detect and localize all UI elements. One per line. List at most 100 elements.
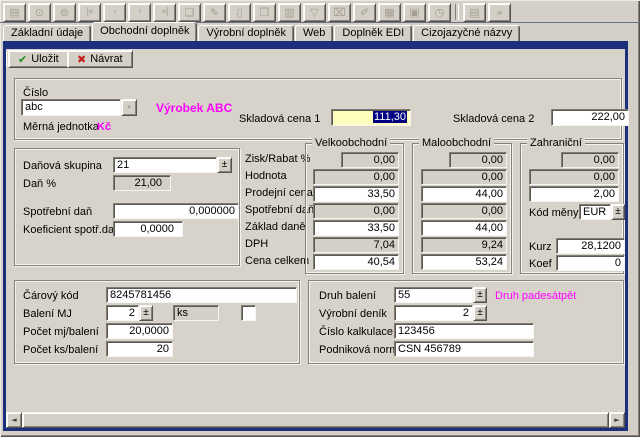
qty-mj-field[interactable]: 20,0000	[106, 323, 173, 339]
calculation-number-label: Číslo kalkulace	[319, 325, 393, 339]
wholesale-cena-celkem-field[interactable]: 40,54	[313, 254, 399, 270]
barcode-field[interactable]: 8245781456	[106, 287, 297, 303]
app-window: ▤ ⊙ ⊜ |« ‹ › »| ❏ ✎ ▯ ❐ ▥ ▽ ⌧ ✐ ▦ ▣ ◷ ▤ …	[0, 0, 640, 437]
edit-record-button[interactable]: ✎	[203, 3, 226, 22]
print-button[interactable]: ▤	[463, 3, 486, 22]
left-arrow-icon: ◄	[11, 416, 16, 424]
excise-coef-field[interactable]: 0,0000	[113, 221, 183, 237]
spin-icon: ±	[615, 207, 621, 217]
browse-button[interactable]: ⊜	[53, 3, 76, 22]
production-diary-spin-button[interactable]: ±	[473, 305, 487, 321]
note-button[interactable]: ✐	[353, 3, 376, 22]
price-row-label-prodejni-cena: Prodejní cena	[245, 186, 313, 200]
scroll-left-button[interactable]: ◄	[6, 412, 22, 428]
wholesale-spotrebni-dan-field: 0,00	[313, 203, 399, 219]
package-extra-field[interactable]	[241, 305, 256, 321]
first-record-icon: |«	[86, 7, 93, 17]
document-lines-icon: ▥	[284, 6, 294, 19]
tax-group-combo[interactable]: 21	[113, 157, 217, 173]
foreign-cena-field[interactable]: 2,00	[529, 186, 619, 202]
retail-prodejni-cena-field[interactable]: 44,00	[421, 186, 507, 202]
cislo-label: Číslo	[23, 86, 48, 100]
package-unit-spin-button[interactable]: ±	[139, 305, 153, 321]
delete-record-button[interactable]: ▯	[228, 3, 251, 22]
pack-type-hint-text: Druh padesátpět	[495, 289, 576, 303]
more-button[interactable]: »	[488, 3, 511, 22]
copy-record-button[interactable]: ❐	[253, 3, 276, 22]
exchange-rate-field[interactable]: 28,1200	[556, 238, 625, 254]
cancel-record-button[interactable]: ⌧	[328, 3, 351, 22]
production-diary-field[interactable]: 2	[394, 305, 473, 321]
tab-vyrobni-doplnek[interactable]: Výrobní doplněk	[198, 25, 294, 41]
package-icon: ▣	[409, 6, 419, 19]
package-unit-kind-field: ks	[173, 305, 219, 321]
prior-record-button[interactable]: ‹	[103, 3, 126, 22]
tab-web[interactable]: Web	[295, 25, 333, 41]
print-list-button[interactable]: ▦	[378, 3, 401, 22]
list-icon: ▤	[9, 6, 19, 19]
pack-type-label: Druh balení	[319, 289, 376, 303]
wholesale-hodnota-field: 0,00	[313, 169, 399, 185]
clock-icon: ◷	[435, 6, 445, 19]
main-toolbar: ▤ ⊙ ⊜ |« ‹ › »| ❏ ✎ ▯ ❐ ▥ ▽ ⌧ ✐ ▦ ▣ ◷ ▤ …	[3, 2, 513, 22]
retail-cena-celkem-field[interactable]: 53,24	[421, 254, 507, 270]
scrollbar-thumb[interactable]	[22, 412, 609, 428]
currency-combo[interactable]: EUR	[579, 204, 611, 220]
tab-obchodni-doplnek[interactable]: Obchodní doplněk	[92, 22, 197, 41]
package-unit-field[interactable]: 2	[106, 305, 139, 321]
pack-type-combo[interactable]: 55	[394, 287, 473, 303]
spin-icon: ±	[477, 308, 483, 318]
scroll-right-button[interactable]: ►	[609, 412, 625, 428]
attachment-button[interactable]: ▣	[403, 3, 426, 22]
sheets-icon: ▦	[384, 6, 394, 19]
list-button[interactable]: ▤	[3, 3, 26, 22]
pencil-document-icon: ✐	[360, 6, 369, 19]
horizontal-scrollbar[interactable]: ◄ ►	[6, 412, 625, 428]
qty-ks-label: Počet ks/balení	[23, 343, 98, 357]
cislo-combo[interactable]: abc	[21, 99, 121, 116]
currency-spin-button[interactable]: ±	[611, 204, 625, 220]
spin-icon: ±	[222, 160, 228, 170]
tab-cizojazycne-nazvy[interactable]: Cizojazyčné názvy	[413, 25, 520, 41]
price-row-label-cena-celkem: Cena celkem	[245, 254, 309, 268]
post-record-button[interactable]: ▥	[278, 3, 301, 22]
wholesale-prodejni-cena-field[interactable]: 33,50	[313, 186, 399, 202]
last-record-button[interactable]: »|	[153, 3, 176, 22]
prev-arrow-icon: ‹	[113, 7, 116, 17]
history-button[interactable]: ◷	[428, 3, 451, 22]
next-record-button[interactable]: ›	[128, 3, 151, 22]
production-diary-label: Výrobní deník	[319, 307, 387, 321]
excise-coef-label: Koeficient spotř.daně	[23, 223, 126, 237]
retail-zaklad-dane-field[interactable]: 44,00	[421, 220, 507, 236]
wholesale-zisk-field: 0,00	[341, 152, 399, 168]
header-group: Číslo abc ▼ Výrobek ABC Měrná jednotka K…	[14, 78, 622, 140]
excise-field[interactable]: 0,000000	[113, 203, 239, 219]
stock-price2-field[interactable]: 222,00	[551, 109, 629, 126]
view-button[interactable]: ⊙	[28, 3, 51, 22]
check-icon: ✔	[18, 53, 27, 66]
price-row-label-zisk: Zisk/Rabat %	[245, 152, 310, 166]
coef-field[interactable]: 0	[556, 255, 625, 271]
pack-type-spin-button[interactable]: ±	[473, 287, 487, 303]
price-row-label-hodnota: Hodnota	[245, 169, 287, 183]
barcode-label: Čárový kód	[23, 289, 79, 303]
cislo-dropdown-button[interactable]: ▼	[121, 99, 137, 116]
tab-zakladni-udaje[interactable]: Základní údaje	[3, 25, 91, 41]
stock-price1-field[interactable]: 111,30	[331, 109, 411, 126]
retail-group-title: Maloobchodní	[419, 137, 494, 150]
save-button[interactable]: ✔ Uložit	[8, 50, 69, 68]
tab-bar: Základní údaje Obchodní doplněk Výrobní …	[3, 24, 521, 41]
company-norm-field[interactable]: CSN 456789	[394, 341, 534, 357]
first-record-button[interactable]: |«	[78, 3, 101, 22]
back-button[interactable]: ✖ Návrat	[67, 50, 133, 68]
filter-button[interactable]: ▽	[303, 3, 326, 22]
wholesale-zaklad-dane-field[interactable]: 33,50	[313, 220, 399, 236]
coef-label: Koef	[529, 257, 552, 271]
tax-group-spin-button[interactable]: ±	[217, 157, 232, 173]
trash-icon: ▯	[236, 6, 242, 19]
unit-value-text: Kč	[97, 120, 111, 134]
calculation-number-field[interactable]: 123456	[394, 323, 534, 339]
qty-ks-field[interactable]: 20	[106, 341, 173, 357]
insert-record-button[interactable]: ❏	[178, 3, 201, 22]
tab-doplnek-edi[interactable]: Doplněk EDI	[334, 25, 412, 41]
